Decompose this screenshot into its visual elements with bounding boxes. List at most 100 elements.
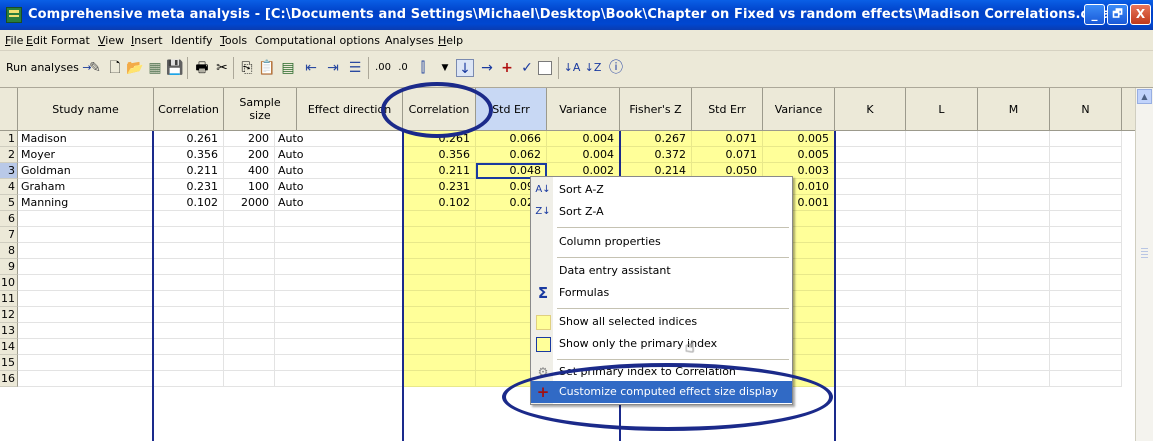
row-header[interactable]: 12 [0,307,18,323]
cell-study-name[interactable] [18,211,154,227]
scroll-up-icon[interactable]: ▲ [1137,89,1152,104]
cell-k[interactable] [835,323,906,339]
columns-icon[interactable]: ⫿ [414,59,432,77]
cell-m[interactable] [978,195,1050,211]
cell-study-name[interactable] [18,355,154,371]
cell-effect-direction[interactable] [275,211,403,227]
cell-n[interactable] [1050,275,1122,291]
row-header[interactable]: 9 [0,259,18,275]
paste-icon[interactable]: 📋 [258,59,276,77]
cell-correlation[interactable]: 0.102 [154,195,224,211]
row-header[interactable]: 11 [0,291,18,307]
cell-effect-direction[interactable]: Auto [275,147,403,163]
cell-n[interactable] [1050,163,1122,179]
cell-z-std-err[interactable]: 0.071 [692,147,763,163]
cell-computed-correlation[interactable] [403,243,476,259]
row-header[interactable]: 7 [0,227,18,243]
cell-study-name[interactable]: Goldman [18,163,154,179]
cell-correlation[interactable] [154,291,224,307]
cell-m[interactable] [978,259,1050,275]
cell-study-name[interactable]: Graham [18,179,154,195]
row-header[interactable]: 4 [0,179,18,195]
cell-study-name[interactable]: Moyer [18,147,154,163]
cell-m[interactable] [978,227,1050,243]
cell-sample-size[interactable] [224,323,275,339]
cell-k[interactable] [835,211,906,227]
cell-correlation[interactable] [154,243,224,259]
cell-study-name[interactable] [18,291,154,307]
menu-sort-az[interactable]: A↓ Sort A-Z [531,179,792,201]
cell-correlation[interactable] [154,323,224,339]
run-analyses-button[interactable]: Run analyses → [6,61,92,74]
cell-effect-direction[interactable] [275,307,403,323]
cell-study-name[interactable] [18,307,154,323]
dropdown-icon[interactable]: ▼ [436,59,454,77]
cell-z-variance[interactable]: 0.005 [763,131,835,147]
cell-m[interactable] [978,243,1050,259]
cell-k[interactable] [835,339,906,355]
menu-format[interactable]: Format [51,34,90,47]
cell-effect-direction[interactable]: Auto [275,163,403,179]
cell-computed-correlation[interactable] [403,355,476,371]
cell-sample-size[interactable] [224,243,275,259]
cell-z-variance[interactable]: 0.005 [763,147,835,163]
sort-descending-icon[interactable]: ↓Z [584,59,602,77]
cell-n[interactable] [1050,259,1122,275]
cell-l[interactable] [906,163,978,179]
row-header[interactable]: 14 [0,339,18,355]
cell-l[interactable] [906,211,978,227]
cell-correlation[interactable]: 0.231 [154,179,224,195]
row-header[interactable]: 6 [0,211,18,227]
row-header[interactable]: 1 [0,131,18,147]
menu-tools[interactable]: Tools [220,34,247,47]
cell-m[interactable] [978,371,1050,387]
cell-sample-size[interactable] [224,307,275,323]
cell-n[interactable] [1050,195,1122,211]
cell-m[interactable] [978,323,1050,339]
menu-column-properties[interactable]: Column properties [531,231,792,253]
cell-n[interactable] [1050,243,1122,259]
cell-study-name[interactable] [18,323,154,339]
corner-cell[interactable] [0,88,18,131]
data-entry-icon[interactable]: ▤ [279,59,297,77]
cell-l[interactable] [906,339,978,355]
cell-variance[interactable]: 0.004 [547,131,620,147]
cell-m[interactable] [978,291,1050,307]
cell-k[interactable] [835,307,906,323]
cell-computed-correlation[interactable]: 0.102 [403,195,476,211]
cell-k[interactable] [835,195,906,211]
menu-insert[interactable]: Insert [131,34,163,47]
cell-m[interactable] [978,131,1050,147]
cell-correlation[interactable]: 0.261 [154,131,224,147]
cell-correlation[interactable]: 0.356 [154,147,224,163]
menu-customize-effect-size[interactable]: + Customize computed effect size display [531,381,792,403]
column-header-l[interactable]: L [906,88,978,131]
right-arrow-icon[interactable]: → [478,59,496,77]
increase-decimals-icon[interactable]: .00 [374,59,392,77]
move-left-icon[interactable]: ⇤ [302,59,320,77]
menu-analyses[interactable]: Analyses [385,34,434,47]
cell-k[interactable] [835,227,906,243]
row-header[interactable]: 10 [0,275,18,291]
cell-n[interactable] [1050,211,1122,227]
cell-computed-correlation[interactable] [403,291,476,307]
menu-computational-options[interactable]: Computational options [255,34,380,47]
cell-computed-correlation[interactable]: 0.356 [403,147,476,163]
cell-sample-size[interactable]: 2000 [224,195,275,211]
cell-n[interactable] [1050,147,1122,163]
cell-l[interactable] [906,291,978,307]
cell-study-name[interactable] [18,227,154,243]
row-header[interactable]: 2 [0,147,18,163]
cell-k[interactable] [835,131,906,147]
column-header-k[interactable]: K [835,88,906,131]
plus-icon[interactable]: + [498,59,516,77]
cell-k[interactable] [835,355,906,371]
cell-effect-direction[interactable] [275,243,403,259]
save-icon[interactable]: 💾 [166,59,184,77]
cell-m[interactable] [978,179,1050,195]
open-folder-icon[interactable]: 📂 [126,59,144,77]
cell-l[interactable] [906,227,978,243]
column-header-n[interactable]: N [1050,88,1122,131]
check-icon[interactable]: ✓ [518,59,536,77]
cell-computed-correlation[interactable]: 0.261 [403,131,476,147]
